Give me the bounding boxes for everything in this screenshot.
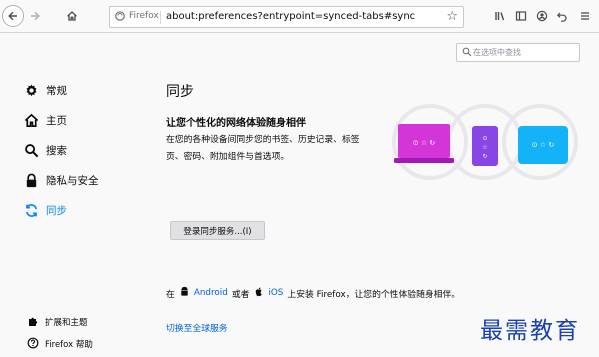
switch-to-global-service-link[interactable]: 切换至全球服务 [166, 321, 228, 334]
tablet-illustration: ⊙ ☆ ↻ [518, 126, 568, 164]
sidebar-item-sync[interactable]: 同步 [24, 200, 67, 220]
sidebar-item-label: 主页 [46, 114, 67, 127]
sidebar-item-search[interactable]: 搜索 [24, 140, 67, 160]
mobile-or: 或者 [231, 289, 250, 300]
gear-icon [24, 83, 39, 98]
svg-text:↻: ↻ [482, 153, 487, 160]
url-bar[interactable]: Firefox about:preferences?entrypoint=syn… [109, 6, 464, 28]
mobile-prefix: 在 [166, 289, 175, 300]
sidebar-item-extensions[interactable]: 扩展和主题 [27, 314, 88, 330]
library-icon[interactable] [492, 8, 508, 24]
url-text[interactable]: about:preferences?entrypoint=synced-tabs… [166, 11, 415, 22]
android-link[interactable]: Android [194, 288, 228, 298]
home-button[interactable] [62, 6, 82, 26]
puzzle-icon [27, 315, 39, 330]
identity-box[interactable]: Firefox [115, 11, 159, 21]
sidebar-item-privacy[interactable]: 隐私与安全 [24, 170, 99, 190]
identity-label: Firefox [129, 11, 159, 21]
search-input[interactable] [473, 46, 577, 59]
mobile-install-line: 在 Android 或者 iOS 上安装 Firefox，让您的个性体验随身相伴… [166, 286, 460, 300]
preferences-search-box[interactable] [456, 43, 580, 62]
svg-text:最需教育: 最需教育 [480, 318, 580, 344]
svg-text:☆: ☆ [482, 144, 487, 151]
android-icon [179, 286, 190, 300]
bookmark-star-icon[interactable]: ☆ [446, 9, 458, 24]
firefox-icon [115, 11, 125, 21]
arrow-right-icon [31, 11, 40, 21]
sync-heading: 让您个性化的网络体验随身相伴 [166, 118, 306, 129]
watermark-logo: 最需教育 [480, 318, 580, 344]
sidebar-item-general[interactable]: 常规 [24, 80, 67, 100]
ios-link[interactable]: iOS [268, 288, 283, 298]
home-icon [24, 113, 39, 128]
help-icon [27, 337, 39, 352]
home-icon [67, 11, 77, 21]
svg-text:⊙ ☆ ↻: ⊙ ☆ ↻ [413, 139, 436, 147]
sidebar-item-home[interactable]: 主页 [24, 110, 67, 130]
page-title: 同步 [166, 84, 194, 100]
svg-text:⊙: ⊙ [482, 135, 487, 142]
undo-close-tab-icon[interactable] [554, 8, 570, 24]
back-button[interactable] [2, 5, 24, 27]
navigation-toolbar: Firefox about:preferences?entrypoint=syn… [0, 0, 599, 33]
apple-icon [253, 286, 264, 300]
svg-text:⊙ ☆ ↻: ⊙ ☆ ↻ [532, 141, 555, 149]
sign-in-sync-button[interactable]: 登录同步服务...(I) [170, 221, 265, 240]
sidebar-item-label: 隐私与安全 [46, 174, 99, 187]
forward-button[interactable] [25, 6, 45, 26]
sync-description: 在您的各种设备间同步您的书签、历史记录、标签页、密码、附加组件与首选项。 [166, 135, 360, 162]
sync-icon [24, 203, 39, 218]
sidebar-toggle-icon[interactable] [513, 8, 529, 24]
sidebar-item-label: 同步 [46, 204, 67, 217]
sidebar-item-help[interactable]: Firefox 帮助 [27, 336, 93, 352]
sidebar-item-label: Firefox 帮助 [45, 340, 93, 350]
sidebar-item-label: 搜索 [46, 144, 67, 157]
search-icon [24, 143, 39, 158]
phone-illustration: ⊙ ☆ ↻ [472, 126, 498, 166]
sidebar-item-label: 常规 [46, 84, 67, 97]
sidebar-item-label: 扩展和主题 [45, 318, 88, 328]
search-icon [462, 47, 472, 57]
arrow-left-icon [8, 11, 17, 21]
laptop-illustration: ⊙ ☆ ↻ [394, 124, 454, 163]
lock-icon [24, 173, 39, 188]
identity-separator [160, 11, 161, 24]
account-icon[interactable] [534, 8, 550, 24]
mobile-suffix: 上安装 Firefox，让您的个性体验随身相伴。 [287, 289, 461, 300]
sync-devices-illustration: ⊙ ☆ ↻ ⊙ ☆ ↻ ⊙ ☆ ↻ [392, 104, 578, 180]
menu-icon[interactable] [577, 8, 593, 24]
